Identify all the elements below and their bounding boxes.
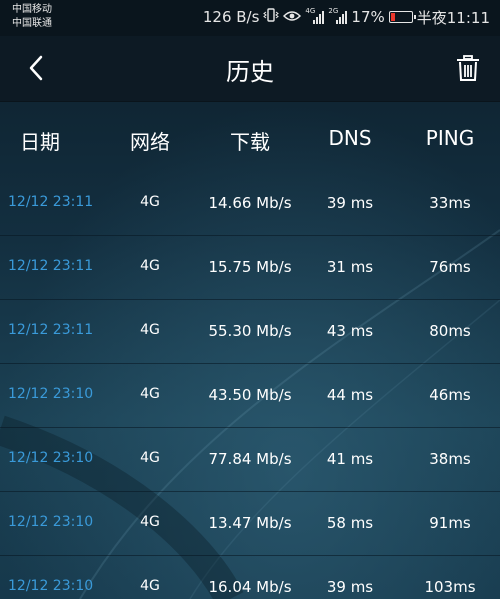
row-network: 4G <box>140 514 160 530</box>
status-indicators: 126 B/s 4G 2G 17% 半夜11:11 <box>203 7 490 27</box>
row-dns: 41 ms <box>326 450 374 468</box>
header-ping: PING <box>425 126 475 150</box>
table-row[interactable]: 12/12 23:10 4G 77.84 Mb/s 41 ms 38ms <box>0 428 500 492</box>
row-ping: 38ms <box>429 450 471 468</box>
row-ping: 33ms <box>429 194 471 212</box>
signal-icon-2: 2G <box>328 7 348 24</box>
row-download: 55.30 Mb/s <box>208 322 292 340</box>
delete-history-button[interactable] <box>450 50 486 86</box>
row-dns: 39 ms <box>326 578 374 596</box>
row-download: 16.04 Mb/s <box>208 578 292 596</box>
vibrate-icon <box>263 8 280 26</box>
table-row[interactable]: 12/12 23:11 4G 15.75 Mb/s 31 ms 76ms <box>0 236 500 300</box>
table-row[interactable]: 12/12 23:10 4G 16.04 Mb/s 39 ms 103ms <box>0 556 500 599</box>
clock: 半夜11:11 <box>416 8 490 27</box>
row-network: 4G <box>140 194 160 210</box>
eye-icon <box>283 8 302 26</box>
signal-icon-1: 4G <box>305 7 325 24</box>
row-date: 12/12 23:11 <box>8 194 94 210</box>
row-download: 14.66 Mb/s <box>208 194 292 212</box>
carrier-1: 中国移动 <box>12 4 52 15</box>
row-download: 77.84 Mb/s <box>208 450 292 468</box>
app-bar: 历史 <box>0 36 500 102</box>
row-network: 4G <box>140 578 160 594</box>
table-row[interactable]: 12/12 23:10 4G 43.50 Mb/s 44 ms 46ms <box>0 364 500 428</box>
table-header: 日期 网络 下载 DNS PING <box>0 104 500 172</box>
carrier-2: 中国联通 <box>12 18 52 29</box>
table-row[interactable]: 12/12 23:10 4G 13.47 Mb/s 58 ms 91ms <box>0 492 500 556</box>
trash-icon <box>457 55 479 81</box>
table-row[interactable]: 12/12 23:11 4G 55.30 Mb/s 43 ms 80ms <box>0 300 500 364</box>
row-dns: 39 ms <box>326 194 374 212</box>
row-date: 12/12 23:10 <box>8 386 94 402</box>
row-network: 4G <box>140 386 160 402</box>
page-title: 历史 <box>226 58 274 86</box>
row-date: 12/12 23:10 <box>8 514 94 530</box>
row-ping: 80ms <box>429 322 471 340</box>
row-date: 12/12 23:10 <box>8 578 94 594</box>
network-speed: 126 B/s <box>202 8 260 26</box>
header-network: 网络 <box>130 130 170 154</box>
row-date: 12/12 23:11 <box>8 258 94 274</box>
row-ping: 46ms <box>429 386 471 404</box>
row-date: 12/12 23:11 <box>8 322 94 338</box>
row-ping: 91ms <box>429 514 471 532</box>
battery-percent: 17% <box>351 8 385 26</box>
row-download: 43.50 Mb/s <box>208 386 292 404</box>
status-bar: 中国移动 中国联通 126 B/s 4G 2G 17% 半夜11:11 <box>0 0 500 36</box>
row-network: 4G <box>140 322 160 338</box>
row-network: 4G <box>140 258 160 274</box>
row-dns: 43 ms <box>326 322 374 340</box>
row-dns: 58 ms <box>326 514 374 532</box>
row-network: 4G <box>140 450 160 466</box>
row-download: 13.47 Mb/s <box>208 514 292 532</box>
row-download: 15.75 Mb/s <box>208 258 292 276</box>
header-download: 下载 <box>230 130 270 154</box>
battery-icon <box>388 11 416 23</box>
carrier-names: 中国移动 中国联通 <box>12 3 52 31</box>
row-dns: 31 ms <box>326 258 374 276</box>
row-ping: 76ms <box>429 258 471 276</box>
row-dns: 44 ms <box>326 386 374 404</box>
row-ping: 103ms <box>424 578 476 596</box>
header-dns: DNS <box>328 126 372 150</box>
row-date: 12/12 23:10 <box>8 450 94 466</box>
table-row[interactable]: 12/12 23:11 4G 14.66 Mb/s 39 ms 33ms <box>0 172 500 236</box>
header-date: 日期 <box>20 130 60 154</box>
